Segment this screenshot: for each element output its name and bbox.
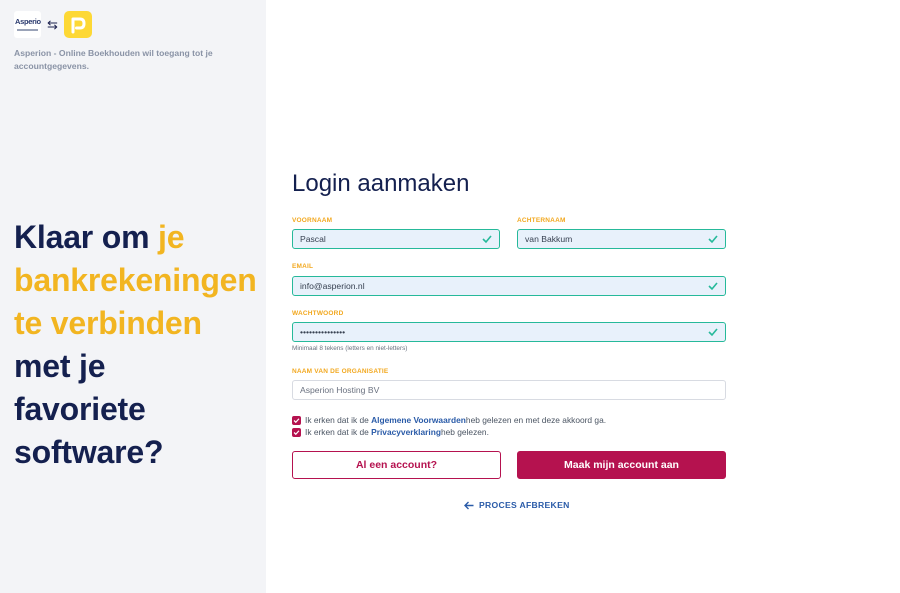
- checkmark-icon: [293, 417, 300, 423]
- headline: Klaar om je bankrekeningen te verbinden …: [14, 219, 257, 470]
- abort-process-link[interactable]: PROCES AFBREKEN: [464, 500, 570, 510]
- valid-check-icon: [708, 235, 718, 244]
- p-app-logo-icon: [63, 11, 92, 38]
- existing-account-button[interactable]: Al een account?: [292, 451, 501, 479]
- arrow-left-icon: [464, 501, 474, 509]
- asperion-logo-text: Asperion: [15, 17, 41, 26]
- privacy-checkbox[interactable]: [292, 427, 301, 437]
- password-input[interactable]: •••••••••••••••: [292, 322, 726, 342]
- valid-check-icon: [482, 235, 492, 244]
- access-request-text: Asperion - Online Boekhouden wil toegang…: [14, 48, 213, 71]
- terms-checkbox[interactable]: [292, 415, 301, 425]
- privacy-row: Ik erken dat ik de Privacyverklaring heb…: [292, 427, 489, 437]
- valid-check-icon: [708, 328, 718, 337]
- firstname-input[interactable]: Pascal: [292, 229, 500, 249]
- page-title: Login aanmaken: [292, 170, 470, 197]
- firstname-label: VOORNAAM: [292, 217, 333, 224]
- lastname-input[interactable]: van Bakkum: [517, 229, 726, 249]
- checkmark-icon: [293, 429, 300, 435]
- terms-row: Ik erken dat ik de Algemene Voorwaarden …: [292, 415, 606, 425]
- email-input[interactable]: info@asperion.nl: [292, 276, 726, 296]
- password-label: WACHTWOORD: [292, 310, 344, 317]
- password-hint: Minimaal 8 tekens (letters en niet-lette…: [292, 345, 408, 352]
- left-panel: Asperion ⇆ Asperion - Online Boekhouden …: [0, 0, 266, 593]
- app-logos: Asperion ⇆: [14, 11, 92, 38]
- valid-check-icon: [708, 282, 718, 291]
- lastname-label: ACHTERNAAM: [517, 217, 566, 224]
- terms-link[interactable]: Algemene Voorwaarden: [371, 415, 466, 425]
- organisation-input[interactable]: Asperion Hosting BV: [292, 380, 726, 400]
- privacy-link[interactable]: Privacyverklaring: [371, 427, 441, 437]
- asperion-logo: Asperion: [14, 11, 41, 38]
- create-account-button[interactable]: Maak mijn account aan: [517, 451, 726, 479]
- swap-icon: ⇆: [47, 17, 58, 32]
- email-label: EMAIL: [292, 263, 314, 270]
- organisation-label: NAAM VAN DE ORGANISATIE: [292, 368, 389, 375]
